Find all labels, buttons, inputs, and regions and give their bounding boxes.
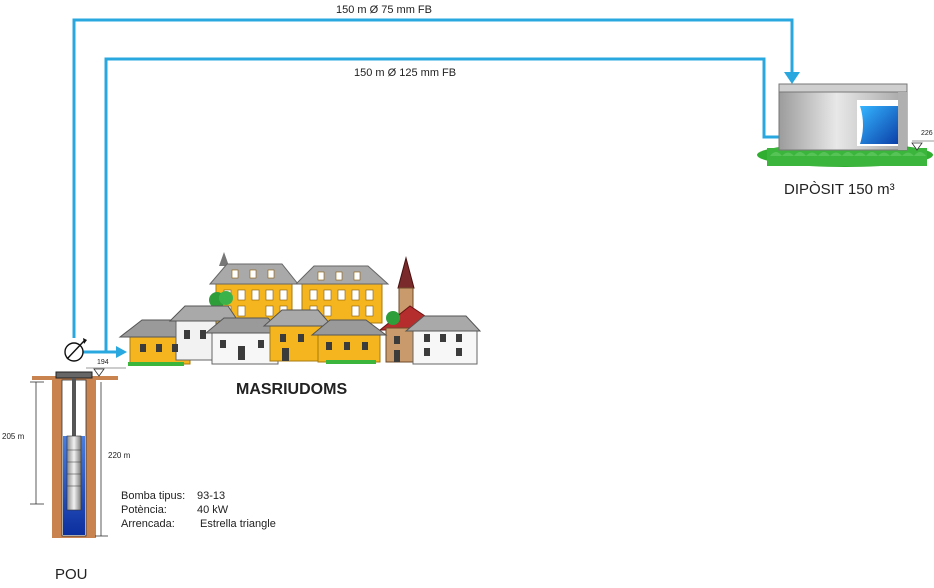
pump-spec-key-1: Bomba tipus:	[121, 490, 186, 502]
well-label: POU	[55, 566, 88, 583]
town-label: MASRIUDOMS	[236, 381, 348, 398]
pump-spec-value-3: Estrella triangle	[200, 518, 276, 530]
pipe-lower-label: 150 m Ø 125 mm FB	[354, 67, 457, 79]
pipe-upper-label: 150 m Ø 75 mm FB	[336, 4, 432, 16]
submersible-pump-icon	[66, 435, 82, 511]
pipe-upper-arrow	[784, 72, 800, 84]
tank-label: DIPÒSIT 150 m³	[784, 181, 895, 198]
well-level-triangle-icon	[93, 368, 105, 377]
depth-right-label: 220 m	[108, 451, 131, 460]
pump-spec-value-2: 40 kW	[197, 504, 229, 516]
tank	[757, 83, 933, 167]
pipe-lower-arrow	[116, 346, 127, 358]
depth-left-label: 205 m	[2, 432, 25, 441]
pump-spec-key-2: Potència:	[121, 504, 167, 516]
town-illustration	[118, 252, 482, 366]
tank-level: 226	[921, 130, 933, 137]
pump-spec-key-3: Arrencada:	[121, 518, 175, 530]
well-level: 194	[97, 359, 109, 366]
flow-meter-icon	[64, 338, 87, 362]
pump-spec-value-1: 93-13	[197, 490, 226, 502]
